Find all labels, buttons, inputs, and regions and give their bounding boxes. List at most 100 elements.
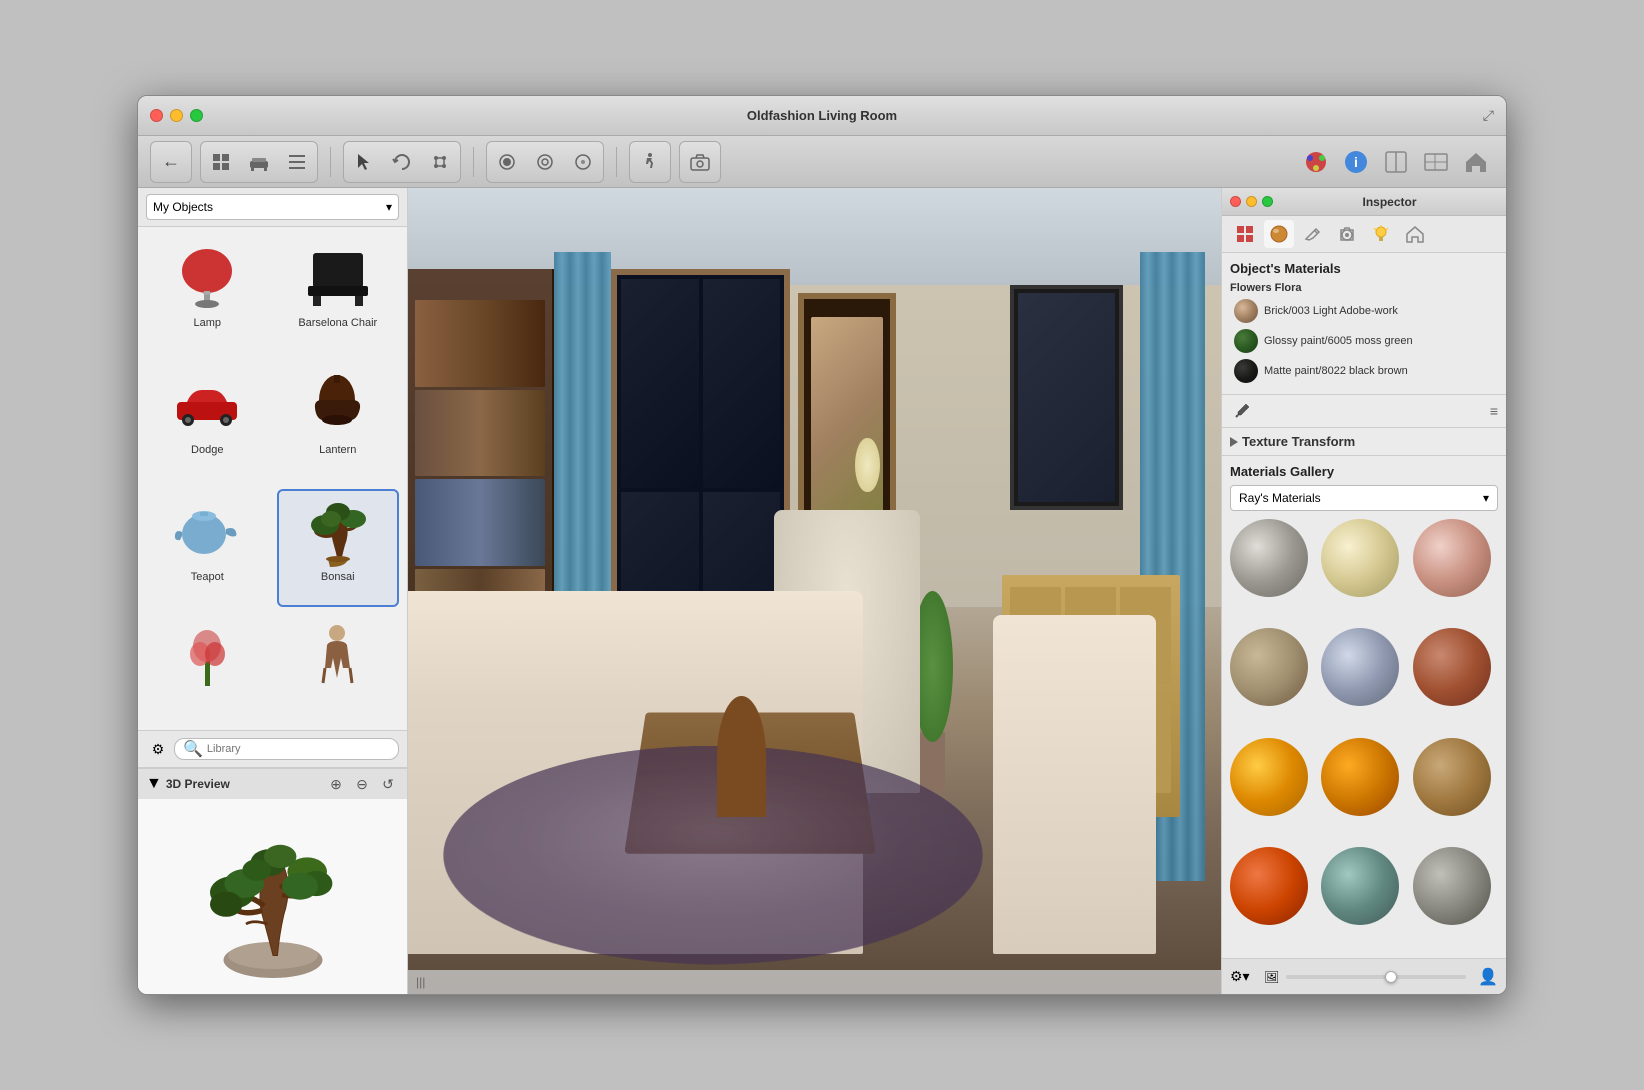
stop-button[interactable] (565, 144, 601, 180)
swatch-gray-texture[interactable] (1413, 847, 1491, 925)
tab-home[interactable] (1400, 220, 1430, 248)
object-icon-lamp (167, 243, 247, 313)
swatch-teal-diamond[interactable] (1321, 847, 1399, 925)
object-label-chair: Barselona Chair (298, 317, 377, 329)
swatch-blue-argyle[interactable] (1321, 628, 1399, 706)
objects-button[interactable] (203, 144, 239, 180)
cursor-button[interactable] (346, 144, 382, 180)
slider-thumb[interactable] (1385, 971, 1397, 983)
viewport-bottom-bar: ||| (408, 970, 1221, 994)
viewport[interactable]: ||| (408, 188, 1221, 994)
back-button[interactable]: ← (153, 144, 189, 180)
separator-2 (473, 147, 474, 177)
object-icon-lantern (298, 370, 378, 440)
object-item-lantern[interactable]: Lantern (277, 362, 400, 481)
object-item-chair[interactable]: Barselona Chair (277, 235, 400, 354)
tab-material[interactable] (1264, 220, 1294, 248)
swatch-cream-floral[interactable] (1321, 519, 1399, 597)
layout-button[interactable] (1378, 144, 1414, 180)
slider-track[interactable] (1286, 975, 1467, 979)
reset-view-button[interactable]: ↺ (377, 773, 399, 795)
inspector-maximize-button[interactable] (1262, 196, 1273, 207)
floorplan-button[interactable] (1418, 144, 1454, 180)
material-item-glossy[interactable]: Glossy paint/6005 moss green (1230, 326, 1498, 356)
svg-text:i: i (1354, 154, 1358, 170)
tab-light[interactable] (1366, 220, 1396, 248)
record-button[interactable] (489, 144, 525, 180)
search-gear-button[interactable]: ⚙ (146, 737, 170, 761)
object-item-flowers[interactable] (146, 615, 269, 722)
palette-button[interactable] (1298, 144, 1334, 180)
objects-dropdown[interactable]: My Objects ▾ (146, 194, 399, 220)
swatch-brown-damask[interactable] (1230, 628, 1308, 706)
minimize-button[interactable] (170, 109, 183, 122)
window-title: Oldfashion Living Room (747, 108, 897, 123)
close-button[interactable] (150, 109, 163, 122)
view-group (200, 141, 318, 183)
inspector-titlebar: Inspector (1222, 188, 1506, 216)
swatch-wood-texture[interactable] (1413, 738, 1491, 816)
eyedropper-button[interactable] (1230, 399, 1254, 423)
preview-controls: ⊕ ⊖ ↺ (325, 773, 399, 795)
object-item-dodge[interactable]: Dodge (146, 362, 269, 481)
objects-grid: Lamp Barselona Chair (138, 227, 407, 730)
preview-canvas (138, 799, 407, 994)
inspector-minimize-button[interactable] (1246, 196, 1257, 207)
object-item-lamp[interactable]: Lamp (146, 235, 269, 354)
materials-gallery-section: Materials Gallery Ray's Materials ▾ (1222, 456, 1506, 958)
toolbar: ← (138, 136, 1506, 188)
zoom-in-button[interactable]: ⊕ (325, 773, 347, 795)
objects-dropdown-label: My Objects (153, 200, 213, 214)
walk-button[interactable] (632, 144, 668, 180)
texture-transform-section[interactable]: Texture Transform (1222, 428, 1506, 456)
object-label-lamp: Lamp (193, 317, 221, 329)
inspector-close-button[interactable] (1230, 196, 1241, 207)
object-icon-dodge (167, 370, 247, 440)
play-button[interactable] (527, 144, 563, 180)
home-button[interactable] (1458, 144, 1494, 180)
object-item-bonsai[interactable]: Bonsai (277, 489, 400, 608)
footer-person-button[interactable]: 👤 (1478, 967, 1498, 987)
texture-label: Texture Transform (1242, 434, 1355, 449)
furniture-button[interactable] (241, 144, 277, 180)
gallery-dropdown[interactable]: Ray's Materials ▾ (1230, 485, 1498, 511)
render-group (486, 141, 604, 183)
swatch-orange-red[interactable] (1230, 847, 1308, 925)
separator-3 (616, 147, 617, 177)
object-item-teapot[interactable]: Teapot (146, 489, 269, 608)
swatch-gray-floral[interactable] (1230, 519, 1308, 597)
tab-edit[interactable] (1298, 220, 1328, 248)
camera-button[interactable] (682, 144, 718, 180)
gallery-dropdown-label: Ray's Materials (1239, 491, 1321, 505)
gallery-grid (1230, 519, 1498, 950)
search-input-wrapper[interactable]: 🔍 (174, 738, 399, 760)
material-item-brick[interactable]: Brick/003 Light Adobe-work (1230, 296, 1498, 326)
swatch-orange-medium[interactable] (1321, 738, 1399, 816)
inspector-tabs (1222, 216, 1506, 253)
preview-header[interactable]: ▼ 3D Preview ⊕ ⊖ ↺ (138, 769, 407, 799)
inspector-footer: ⚙▾ 🖼 👤 (1222, 958, 1506, 994)
tab-objects[interactable] (1230, 220, 1260, 248)
footer-icon-left[interactable]: 🖼 (1262, 967, 1282, 987)
zoom-out-button[interactable]: ⊖ (351, 773, 373, 795)
swatch-red-floral[interactable] (1413, 519, 1491, 597)
search-input[interactable] (207, 743, 390, 755)
toolbar-right: i (1298, 144, 1494, 180)
swatch-rust-texture[interactable] (1413, 628, 1491, 706)
menu-dots-button[interactable]: ≡ (1490, 403, 1498, 419)
footer-gear-button[interactable]: ⚙▾ (1230, 968, 1250, 985)
tab-camera[interactable] (1332, 220, 1362, 248)
transform-button[interactable] (422, 144, 458, 180)
object-icon-flowers (167, 623, 247, 693)
object-icon-bonsai (298, 497, 378, 567)
material-item-matte[interactable]: Matte paint/8022 black brown (1230, 356, 1498, 386)
rotate-button[interactable] (384, 144, 420, 180)
sidebar-header: My Objects ▾ (138, 188, 407, 227)
material-name-glossy: Glossy paint/6005 moss green (1264, 334, 1413, 348)
info-button[interactable]: i (1338, 144, 1374, 180)
object-item-figure[interactable] (277, 615, 400, 722)
material-swatch-glossy (1234, 329, 1258, 353)
list-button[interactable] (279, 144, 315, 180)
swatch-orange-bright[interactable] (1230, 738, 1308, 816)
maximize-button[interactable] (190, 109, 203, 122)
